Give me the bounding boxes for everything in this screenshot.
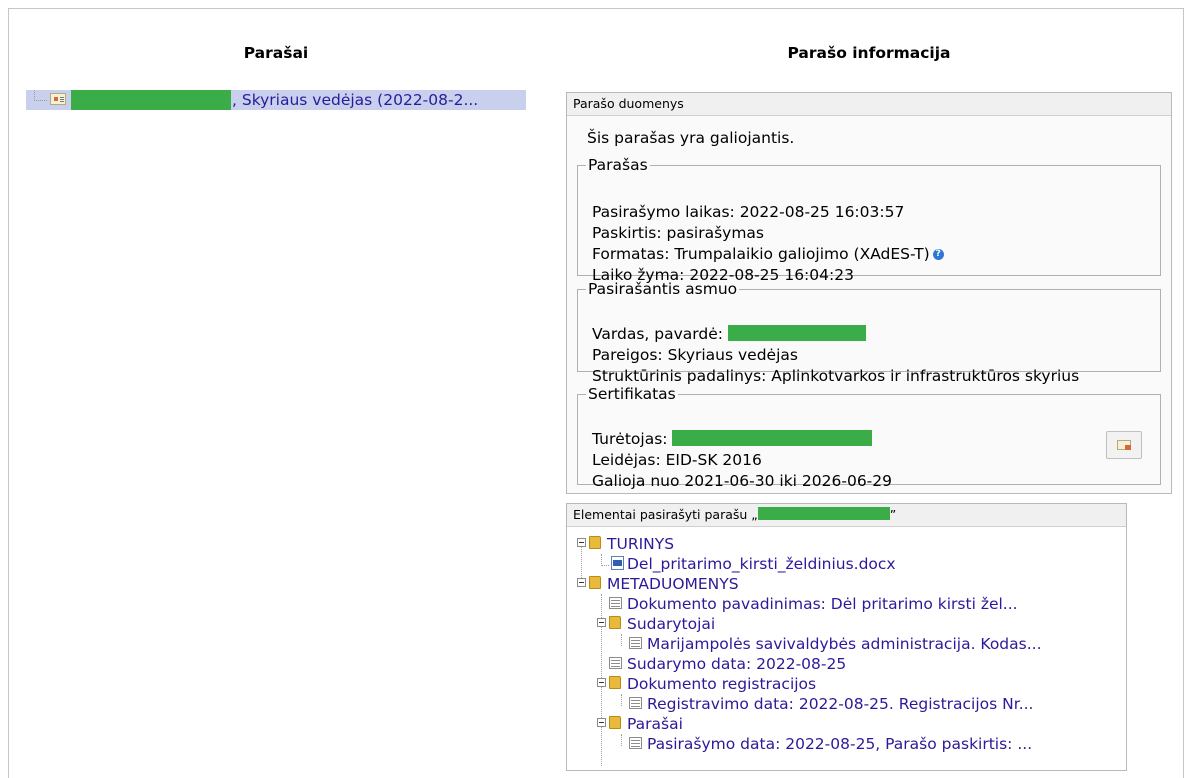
tree-label[interactable]: Pasirašymo data: 2022-08-25, Parašo pask…	[647, 734, 1032, 754]
view-certificate-button[interactable]	[1106, 431, 1142, 459]
elements-header-suffix: ”	[889, 507, 897, 522]
folder-icon	[589, 536, 601, 549]
elements-panel-header: Elementai pasirašyti parašu „ ”	[567, 504, 1126, 527]
tree-guide	[601, 565, 609, 566]
tree-label[interactable]: Sudarytojai	[627, 614, 715, 634]
table-icon	[629, 697, 642, 709]
folder-icon	[589, 576, 601, 589]
signature-card-icon	[50, 93, 66, 105]
redacted-holder	[672, 430, 873, 446]
tree-label[interactable]: TURINYS	[607, 534, 674, 554]
tree-label[interactable]: Dokumento pavadinimas: Dėl pritarimo kir…	[627, 594, 1018, 614]
certificate-fieldset: Sertifikatas Turėtojas: Leidėjas: EID-SK…	[577, 385, 1161, 490]
signer-unit: Struktūrinis padalinys: Aplinkotvarkos i…	[592, 367, 1080, 385]
signature-tree-item[interactable]: , Skyriaus vedėjas (2022-08-2...	[26, 90, 526, 110]
tree-guide	[621, 634, 622, 646]
tree-label[interactable]: METADUOMENYS	[607, 574, 739, 594]
signature-format-row: Formatas: Trumpalaikio galiojimo (XAdES-…	[592, 244, 944, 265]
collapse-toggle[interactable]	[597, 618, 606, 627]
cert-issuer: Leidėjas: EID-SK 2016	[592, 451, 762, 469]
help-icon[interactable]: ?	[932, 249, 944, 260]
table-icon	[609, 657, 622, 669]
collapse-toggle[interactable]	[577, 538, 586, 547]
signer-position: Pareigos: Skyriaus vedėjas	[592, 346, 798, 364]
signer-fieldset: Pasirašantis asmuo Vardas, pavardė: Pare…	[577, 280, 1161, 385]
tree-label[interactable]: Del_pritarimo_kirsti_želdinius.docx	[627, 554, 896, 574]
signature-info-title: Parašo informacija	[787, 44, 951, 62]
redacted-signer	[757, 507, 890, 520]
signer-name-row: Vardas, pavardė:	[592, 324, 1079, 345]
tree-label[interactable]: Registravimo data: 2022-08-25. Registrac…	[647, 694, 1034, 714]
signer-legend: Pasirašantis asmuo	[588, 280, 738, 298]
elements-header-prefix: Elementai pasirašyti parašu „	[573, 507, 758, 522]
signing-time: Pasirašymo laikas: 2022-08-25 16:03:57	[592, 203, 905, 221]
tree-connector	[34, 90, 47, 101]
cert-validity: Galioja nuo 2021-06-30 iki 2026-06-29	[592, 472, 892, 490]
tree-guide	[621, 694, 622, 706]
table-icon	[609, 597, 622, 609]
certificate-icon	[1117, 440, 1131, 450]
collapse-toggle[interactable]	[597, 678, 606, 687]
signer-name-label: Vardas, pavardė:	[592, 325, 723, 343]
tree-label[interactable]: Parašai	[627, 714, 683, 734]
cert-holder-row: Turėtojas:	[592, 429, 892, 450]
signed-elements-panel: Elementai pasirašyti parašu „ ” TURINYS D…	[566, 503, 1127, 771]
certificate-legend: Sertifikatas	[588, 385, 676, 403]
signature-data-panel: Parašo duomenys Šis parašas yra galiojan…	[566, 92, 1172, 494]
cert-holder-label: Turėtojas:	[592, 430, 668, 448]
signatures-title: Parašai	[243, 44, 309, 62]
signature-format: Formatas: Trumpalaikio galiojimo (XAdES-…	[592, 245, 930, 263]
folder-icon	[609, 616, 621, 629]
tree-label[interactable]: Sudarymo data: 2022-08-25	[627, 654, 846, 674]
redacted-name	[71, 90, 231, 110]
table-icon	[629, 637, 642, 649]
validity-status: Šis parašas yra galiojantis.	[587, 129, 795, 147]
word-document-icon	[611, 556, 624, 570]
signature-fieldset: Parašas Pasirašymo laikas: 2022-08-25 16…	[577, 156, 1161, 284]
table-icon	[629, 737, 642, 749]
collapse-toggle[interactable]	[577, 578, 586, 587]
signature-purpose: Paskirtis: pasirašymas	[592, 224, 764, 242]
folder-icon	[609, 676, 621, 689]
redacted-signer-name	[727, 325, 866, 341]
tree-label[interactable]: Marijampolės savivaldybės administracija…	[647, 634, 1042, 654]
tree-label[interactable]: Dokumento registracijos	[627, 674, 816, 694]
tree-guide	[621, 734, 622, 746]
signature-legend: Parašas	[588, 156, 648, 174]
signature-item-label[interactable]: , Skyriaus vedėjas (2022-08-2...	[232, 90, 478, 110]
folder-icon	[609, 716, 621, 729]
panel-header: Parašo duomenys	[567, 93, 1171, 116]
collapse-toggle[interactable]	[597, 718, 606, 727]
